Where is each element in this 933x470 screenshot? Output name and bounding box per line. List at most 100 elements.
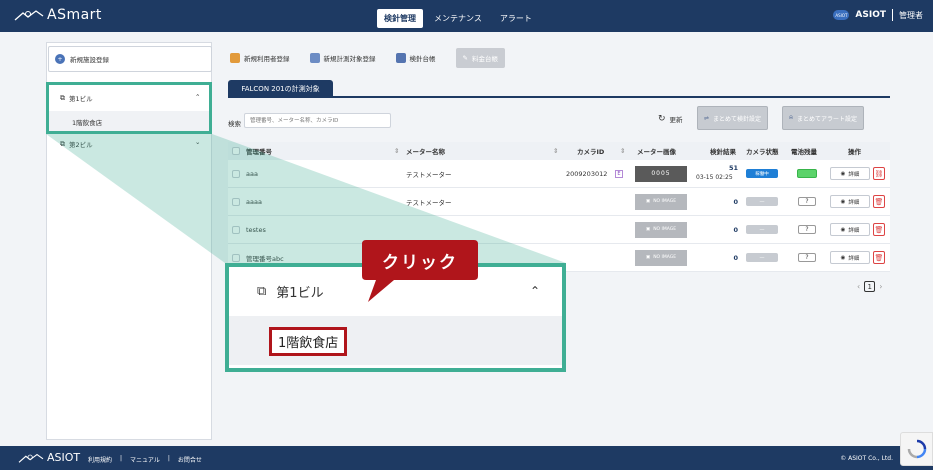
sort-icon[interactable]: ⇕ xyxy=(553,147,558,155)
tab-maintenance[interactable]: メンテナンス xyxy=(427,9,489,28)
tree-building-1[interactable]: ⧉ 第1ビル xyxy=(60,93,93,104)
zoom-building-label: 第1ビル xyxy=(276,286,324,301)
table-row[interactable]: testes ▣ NO IMAGE 0 — ? ◉ 詳細 🗑 xyxy=(228,216,890,244)
register-facility-button[interactable]: + 新規施設登録 xyxy=(48,46,212,72)
delete-button[interactable]: 🗑 xyxy=(873,251,885,264)
terms-link[interactable]: 利用規約 xyxy=(88,455,112,464)
no-image-placeholder: ▣ NO IMAGE xyxy=(635,221,687,238)
manual-link[interactable]: マニュアル xyxy=(130,455,160,464)
row-checkbox[interactable] xyxy=(232,225,240,234)
no-image-placeholder: ▣ NO IMAGE xyxy=(635,249,687,266)
no-image-label: NO IMAGE xyxy=(653,199,677,204)
click-callout: クリック xyxy=(362,240,478,302)
chevron-up-icon[interactable]: ⌃ xyxy=(530,284,540,298)
footer-links: 利用規約 | マニュアル | お問合せ xyxy=(88,455,202,464)
camera-status-badge: — xyxy=(746,197,778,206)
company-logo-icon: ASIOT xyxy=(833,10,850,20)
callout-text: クリック xyxy=(382,252,458,273)
footer-logo[interactable]: ASIOT xyxy=(18,451,80,464)
footer: ASIOT 利用規約 | マニュアル | お問合せ © ASIOT Co., L… xyxy=(0,446,933,470)
tree-floor-item[interactable]: 1階飲食店 xyxy=(72,117,102,127)
register-facility-label: 新規施設登録 xyxy=(70,56,109,64)
battery-full-icon xyxy=(797,169,817,178)
copyright: © ASIOT Co., Ltd. xyxy=(840,455,893,462)
table-row[interactable]: aaa テストメーター 2009203012 E 0005 51 03-15 0… xyxy=(228,160,890,188)
footer-logo-text: ASIOT xyxy=(47,451,81,464)
building-2-label: 第2ビル xyxy=(69,141,93,149)
row-checkbox[interactable] xyxy=(232,197,240,206)
detail-button[interactable]: ◉ 詳細 xyxy=(830,167,870,180)
table-row[interactable]: aaaa テストメーター ▣ NO IMAGE 0 — ? ◉ 詳細 🗑 xyxy=(228,188,890,216)
bulk-reading-button[interactable]: ⇌ まとめて検針設定 xyxy=(697,106,769,130)
prev-page-icon[interactable]: ‹ xyxy=(857,282,860,291)
recaptcha-badge[interactable] xyxy=(900,432,933,466)
tab-underline xyxy=(228,96,890,98)
next-page-icon[interactable]: › xyxy=(879,282,882,291)
delete-button[interactable]: 🗑 xyxy=(873,195,885,208)
row-id: 管理番号abc xyxy=(246,254,284,263)
footer-sep: | xyxy=(120,455,123,462)
action-toolbar: 新規利用者登録 新規計測対象登録 検針台帳 ✎ 料金台帳 xyxy=(230,48,505,68)
bulk-alert-button[interactable]: ⍾ まとめてアラート設定 xyxy=(782,106,864,130)
recaptcha-icon xyxy=(907,439,926,459)
col-actions: 操作 xyxy=(848,148,861,156)
row-checkbox[interactable] xyxy=(232,169,240,178)
ledger-button[interactable]: 検針台帳 xyxy=(395,53,436,63)
col-image: メーター画像 xyxy=(637,148,676,156)
page-number[interactable]: 1 xyxy=(864,281,876,292)
user-role[interactable]: 管理者 xyxy=(899,10,923,21)
tab-alert[interactable]: アラート xyxy=(493,9,539,28)
refresh-button[interactable]: ↻ 更新 xyxy=(658,114,683,124)
bulk-alert-label: まとめてアラート設定 xyxy=(796,115,857,123)
sort-icon[interactable]: ⇕ xyxy=(620,147,625,155)
eye-icon: ◉ xyxy=(840,254,846,261)
new-target-label: 新規計測対象登録 xyxy=(323,55,376,63)
meter-image[interactable]: 0005 xyxy=(635,165,687,182)
select-all-checkbox[interactable] xyxy=(232,147,240,155)
tab-meter-management[interactable]: 検針管理 xyxy=(377,9,423,28)
row-id: testes xyxy=(246,225,266,234)
row-meter: テストメーター xyxy=(406,170,452,179)
table-header: 管理番号 ⇕ メーター名称 ⇕ カメラID ⇕ メーター画像 検針結果 カメラ状… xyxy=(228,142,890,160)
zoom-floor-row[interactable]: 1階飲食店 xyxy=(229,316,562,365)
camera-status-badge: 稼働中 xyxy=(746,169,778,178)
detail-button[interactable]: ◉ 詳細 xyxy=(830,195,870,208)
eye-icon: ◉ xyxy=(840,170,846,177)
unlink-button[interactable]: ⛓ xyxy=(873,167,885,180)
building-icon: ⧉ xyxy=(60,93,65,102)
app-logo[interactable]: ASmart xyxy=(14,7,102,23)
col-meter[interactable]: メーター名称 xyxy=(406,146,445,156)
refresh-label: 更新 xyxy=(669,116,683,124)
eye-icon: ◉ xyxy=(840,198,846,205)
row-camera: 2009203012 xyxy=(566,169,608,178)
camera-status-badge: — xyxy=(746,225,778,234)
detail-button[interactable]: ◉ 詳細 xyxy=(830,223,870,236)
header-user-area: ASIOT ASIOT 管理者 xyxy=(833,9,923,21)
expand-chevron-down-icon[interactable]: ⌄ xyxy=(195,138,200,146)
detail-button[interactable]: ◉ 詳細 xyxy=(830,251,870,264)
image-icon: ▣ xyxy=(645,255,651,260)
col-battery: 電池残量 xyxy=(791,148,817,156)
collapse-chevron-up-icon[interactable]: ⌃ xyxy=(195,93,200,101)
building-icon: ⧉ xyxy=(60,139,65,148)
battery-unknown-icon: ? xyxy=(798,225,816,234)
search-input[interactable] xyxy=(244,113,391,128)
target-tab[interactable]: FALCON 201の計測対象 xyxy=(228,80,333,97)
ledger-label: 検針台帳 xyxy=(409,55,436,63)
image-icon: ▣ xyxy=(645,227,651,232)
floor-label: 1階飲食店 xyxy=(72,119,103,127)
col-status: カメラ状態 xyxy=(746,148,779,156)
new-target-button[interactable]: 新規計測対象登録 xyxy=(309,53,376,63)
sort-icon[interactable]: ⇕ xyxy=(394,147,399,155)
new-user-button[interactable]: 新規利用者登録 xyxy=(230,53,290,63)
col-id[interactable]: 管理番号 xyxy=(246,146,272,156)
contact-link[interactable]: お問合せ xyxy=(178,455,202,464)
row-checkbox[interactable] xyxy=(232,253,240,262)
row-meter: テストメーター xyxy=(406,198,452,207)
zoom-floor-label[interactable]: 1階飲食店 xyxy=(269,327,348,356)
delete-button[interactable]: 🗑 xyxy=(873,223,885,236)
col-camera[interactable]: カメラID xyxy=(577,146,604,156)
fee-ledger-button[interactable]: ✎ 料金台帳 xyxy=(455,48,505,68)
tree-building-2[interactable]: ⧉ 第2ビル xyxy=(60,139,93,150)
camera-info-icon[interactable]: E xyxy=(615,169,623,178)
